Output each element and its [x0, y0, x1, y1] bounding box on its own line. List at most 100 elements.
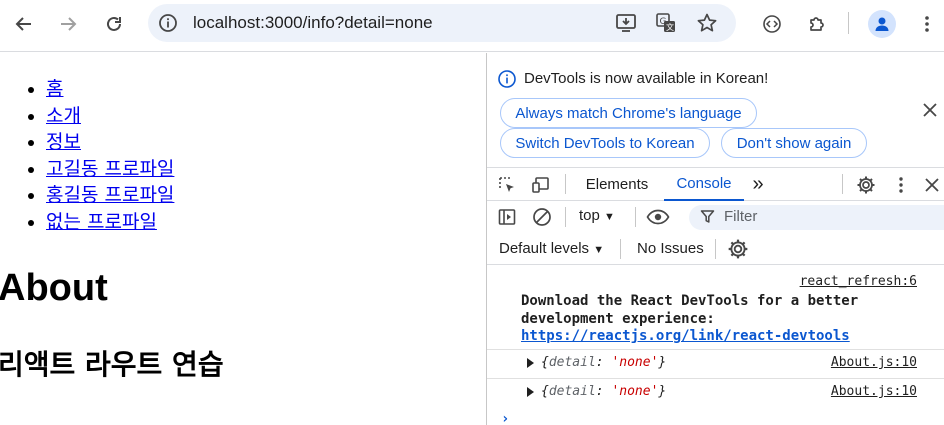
inspect-element-button[interactable]: [495, 173, 519, 197]
switch-to-korean-button[interactable]: Switch DevTools to Korean: [500, 128, 710, 158]
console-object-preview[interactable]: {detail: 'none'}: [541, 384, 666, 399]
dont-show-again-button[interactable]: Don't show again: [721, 128, 867, 158]
kebab-menu-icon: [899, 177, 903, 193]
svg-text:文: 文: [666, 22, 674, 32]
console-filter-input[interactable]: Filter: [689, 205, 944, 230]
nav-link-profile-none[interactable]: 없는 프로파일: [46, 211, 157, 233]
close-icon: [923, 103, 937, 117]
obj-brace: {: [541, 384, 549, 399]
levels-divider: [715, 239, 716, 259]
devtools-tabbar: Elements Console »: [487, 167, 944, 201]
obj-value: 'none': [611, 384, 659, 399]
obj-value: 'none': [611, 355, 659, 370]
device-mode-icon: [532, 177, 549, 193]
nav-link-about[interactable]: 소개: [46, 105, 81, 127]
react-devtools-link[interactable]: https://reactjs.org/link/react-devtools: [521, 328, 850, 344]
extensions-button[interactable]: [802, 9, 832, 39]
console-log-row[interactable]: {detail: 'none'} About.js:10: [487, 349, 944, 378]
dropdown-arrow-icon: ▼: [593, 244, 605, 256]
tab-console[interactable]: Console: [664, 168, 744, 201]
filter-placeholder: Filter: [724, 208, 758, 225]
page-subtitle: 리액트 라우트 연습: [0, 348, 224, 381]
puzzle-icon: [810, 17, 824, 31]
tabbar-divider: [565, 174, 566, 194]
expand-triangle-icon[interactable]: [527, 387, 534, 397]
context-selector[interactable]: top ▼: [579, 207, 615, 224]
console-log-row[interactable]: {detail: 'none'} About.js:10: [487, 378, 944, 407]
nav-item: 고길동 프로파일: [46, 156, 174, 183]
context-label: top: [579, 207, 600, 224]
obj-brace: }: [658, 384, 667, 399]
banner-close-button[interactable]: [920, 100, 940, 120]
reload-icon: [107, 16, 121, 31]
devtools-menu-button[interactable]: [889, 173, 913, 197]
arrow-right-icon: [61, 17, 77, 31]
obj-brace: }: [658, 355, 667, 370]
language-banner: DevTools is now available in Korean! Alw…: [487, 53, 944, 167]
site-info-icon[interactable]: [156, 11, 180, 35]
dropdown-arrow-icon: ▼: [604, 211, 615, 223]
nav-link-info[interactable]: 정보: [46, 131, 81, 153]
clear-console-button[interactable]: [531, 206, 553, 228]
console-source-link[interactable]: About.js:10: [831, 355, 917, 370]
device-toolbar-button[interactable]: [529, 173, 553, 197]
back-button[interactable]: [9, 9, 39, 39]
issues-counter[interactable]: No Issues: [637, 240, 704, 257]
forward-button[interactable]: [53, 9, 83, 39]
filter-funnel-icon: [700, 210, 715, 223]
extension-devtools-button[interactable]: [757, 9, 787, 39]
bookmark-star-icon[interactable]: [696, 12, 718, 34]
obj-brace: {: [541, 355, 549, 370]
translate-icon[interactable]: G文: [655, 12, 677, 34]
expand-triangle-icon[interactable]: [527, 358, 534, 368]
eye-icon: [646, 209, 670, 225]
toggle-sidebar-button[interactable]: [496, 206, 518, 228]
tab-elements[interactable]: Elements: [576, 168, 658, 201]
url-text[interactable]: localhost:3000/info?detail=none: [193, 13, 433, 33]
obj-key: detail: [548, 384, 596, 399]
person-icon: [875, 17, 889, 31]
install-app-icon[interactable]: [615, 12, 637, 34]
address-bar[interactable]: localhost:3000/info?detail=none G文: [148, 4, 736, 42]
console-object-preview[interactable]: {detail: 'none'}: [541, 355, 666, 370]
devtools-panel: DevTools is now available in Korean! Alw…: [486, 53, 944, 425]
kebab-menu-icon: [925, 16, 929, 32]
devtools-close-button[interactable]: [920, 173, 944, 197]
console-filterbar: top ▼ Filter: [487, 201, 944, 233]
nav-item: 정보: [46, 129, 174, 156]
console-source-link[interactable]: About.js:10: [831, 384, 917, 399]
console-prompt[interactable]: ›: [501, 411, 509, 425]
console-message-text: Download the React DevTools for a better…: [521, 293, 859, 327]
obj-colon: :: [595, 355, 612, 370]
reload-button[interactable]: [99, 9, 129, 39]
more-tabs-button[interactable]: »: [745, 168, 771, 201]
live-expression-button[interactable]: [645, 206, 671, 228]
console-source-link[interactable]: react_refresh:6: [800, 274, 917, 289]
info-icon: [498, 70, 516, 88]
browser-toolbar: localhost:3000/info?detail=none G文: [0, 0, 944, 52]
console-levels-bar: Default levels ▼ No Issues: [487, 233, 944, 265]
gear-icon: [857, 176, 875, 194]
sidebar-icon: [498, 209, 516, 225]
log-levels-dropdown[interactable]: Default levels ▼: [499, 240, 604, 257]
devtools-settings-button[interactable]: [854, 173, 878, 197]
nav-link-home[interactable]: 홈: [46, 78, 63, 100]
page-title: About: [0, 267, 108, 309]
console-settings-gear-icon[interactable]: [727, 238, 749, 260]
nav-item: 소개: [46, 103, 174, 130]
inspect-icon: [499, 177, 514, 192]
obj-key: detail: [548, 355, 596, 370]
console-output: react_refresh:6 Download the React DevTo…: [487, 265, 944, 425]
always-match-language-button[interactable]: Always match Chrome's language: [500, 98, 757, 128]
code-circle-icon: [763, 15, 781, 33]
nav-link-profile-go[interactable]: 고길동 프로파일: [46, 158, 174, 180]
nav-link-profile-hong[interactable]: 홍길동 프로파일: [46, 184, 174, 206]
clear-circle-icon: [533, 208, 551, 226]
arrow-left-icon: [15, 17, 31, 31]
browser-menu-button[interactable]: [912, 9, 942, 39]
profile-avatar[interactable]: [868, 10, 896, 38]
log-levels-label: Default levels: [499, 240, 590, 257]
nav-item: 홍길동 프로파일: [46, 182, 174, 209]
nav-list: 홈 소개 정보 고길동 프로파일 홍길동 프로파일 없는 프로파일: [46, 76, 174, 235]
banner-message: DevTools is now available in Korean!: [524, 70, 769, 87]
